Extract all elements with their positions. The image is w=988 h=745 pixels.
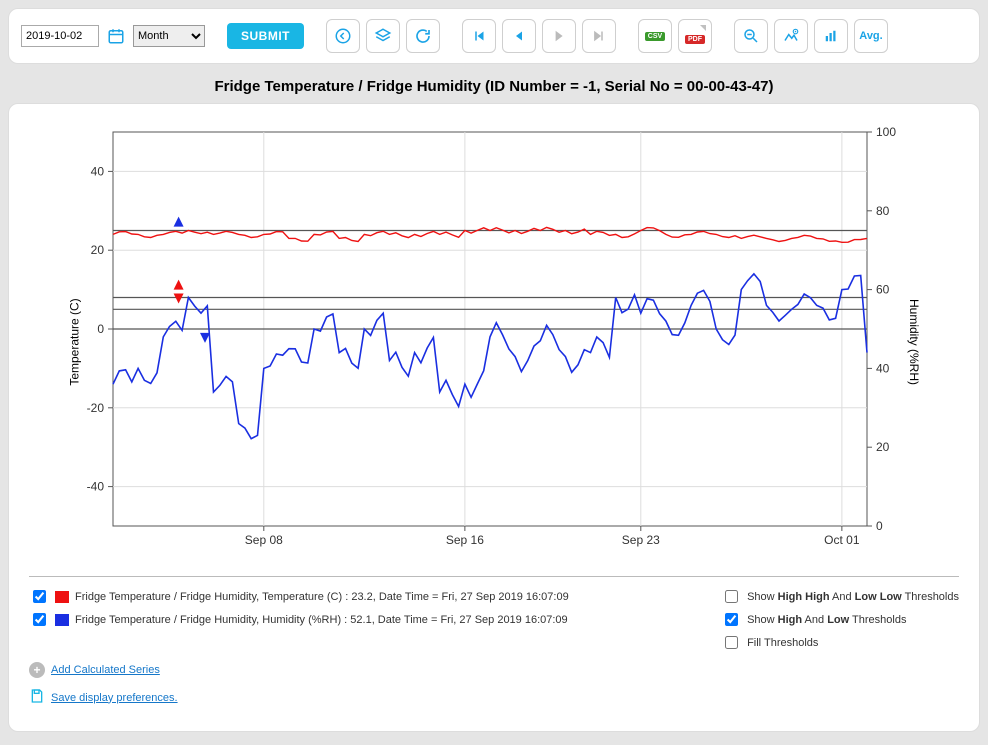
- zoom-button[interactable]: [734, 19, 768, 53]
- first-button[interactable]: [462, 19, 496, 53]
- csv-icon: CSV: [645, 32, 665, 41]
- svg-text:-40: -40: [87, 480, 105, 494]
- bar-chart-button[interactable]: [814, 19, 848, 53]
- y-axis-right-label: Humidity (%RH): [907, 299, 921, 385]
- svg-text:Oct 01: Oct 01: [824, 533, 860, 547]
- y-axis-left-label: Temperature (C): [68, 298, 82, 385]
- save-preferences-link[interactable]: Save display preferences.: [51, 692, 178, 704]
- svg-text:60: 60: [876, 283, 890, 297]
- svg-text:0: 0: [876, 519, 883, 533]
- legend-item-temperature: Fridge Temperature / Fridge Humidity, Te…: [29, 587, 681, 606]
- threshold-hhll-checkbox[interactable]: [725, 590, 738, 603]
- svg-text:20: 20: [91, 243, 105, 257]
- submit-button[interactable]: SUBMIT: [227, 23, 304, 49]
- threshold-hhll-row: Show High High And Low Low Thresholds: [721, 587, 959, 606]
- legend-item-humidity: Fridge Temperature / Fridge Humidity, Hu…: [29, 610, 681, 629]
- threshold-fill-checkbox[interactable]: [725, 636, 738, 649]
- threshold-hl-checkbox[interactable]: [725, 613, 738, 626]
- add-calc-row: + Add Calculated Series: [29, 662, 959, 678]
- threshold-hhll-label: Show High High And Low Low Thresholds: [747, 591, 959, 603]
- save-icon: [29, 688, 45, 707]
- refresh-button[interactable]: [406, 19, 440, 53]
- threshold-fill-row: Fill Thresholds: [721, 633, 959, 652]
- avg-button[interactable]: Avg.: [854, 19, 888, 53]
- save-pref-row: Save display preferences.: [29, 688, 959, 707]
- svg-text:0: 0: [97, 322, 104, 336]
- svg-text:20: 20: [876, 440, 890, 454]
- chart-area: Temperature (C) Humidity (%RH) -40 -20 0 20…: [55, 122, 933, 562]
- svg-text:80: 80: [876, 204, 890, 218]
- calendar-icon[interactable]: [105, 25, 127, 47]
- svg-text:Sep 16: Sep 16: [446, 533, 484, 547]
- period-select[interactable]: Month: [133, 25, 205, 47]
- swatch-blue: [55, 614, 69, 626]
- export-csv-button[interactable]: CSV: [638, 19, 672, 53]
- last-button[interactable]: [582, 19, 616, 53]
- add-calculated-series-link[interactable]: Add Calculated Series: [51, 664, 160, 676]
- legend-temp-label: Fridge Temperature / Fridge Humidity, Te…: [75, 591, 569, 603]
- svg-text:-20: -20: [87, 401, 105, 415]
- legend-hum-label: Fridge Temperature / Fridge Humidity, Hu…: [75, 614, 568, 626]
- date-input[interactable]: [21, 25, 99, 47]
- plus-icon: +: [29, 662, 45, 678]
- svg-text:100: 100: [876, 125, 896, 139]
- next-button[interactable]: [542, 19, 576, 53]
- back-button[interactable]: [326, 19, 360, 53]
- swatch-red: [55, 591, 69, 603]
- settings-chart-button[interactable]: [774, 19, 808, 53]
- layers-button[interactable]: [366, 19, 400, 53]
- svg-text:Sep 23: Sep 23: [622, 533, 660, 547]
- legend-hum-checkbox[interactable]: [33, 613, 46, 626]
- export-pdf-button[interactable]: PDF: [678, 19, 712, 53]
- svg-text:40: 40: [91, 164, 105, 178]
- threshold-hl-row: Show High And Low Thresholds: [721, 610, 959, 629]
- prev-button[interactable]: [502, 19, 536, 53]
- toolbar: Month SUBMIT CSV PDF Avg.: [8, 8, 980, 64]
- line-chart[interactable]: -40 -20 0 20 40 0 20 40 60 80 100 Sep 08 Sep 16 Sep 2…: [55, 122, 925, 562]
- legend: Fridge Temperature / Fridge Humidity, Te…: [29, 576, 959, 652]
- chart-title: Fridge Temperature / Fridge Humidity (ID…: [8, 64, 980, 103]
- legend-temp-checkbox[interactable]: [33, 590, 46, 603]
- chart-panel: Temperature (C) Humidity (%RH) -40 -20 0 20…: [8, 103, 980, 732]
- svg-text:40: 40: [876, 361, 890, 375]
- threshold-fill-label: Fill Thresholds: [747, 637, 818, 649]
- svg-text:Sep 08: Sep 08: [245, 533, 283, 547]
- pdf-icon: PDF: [685, 26, 705, 46]
- threshold-hl-label: Show High And Low Thresholds: [747, 614, 906, 626]
